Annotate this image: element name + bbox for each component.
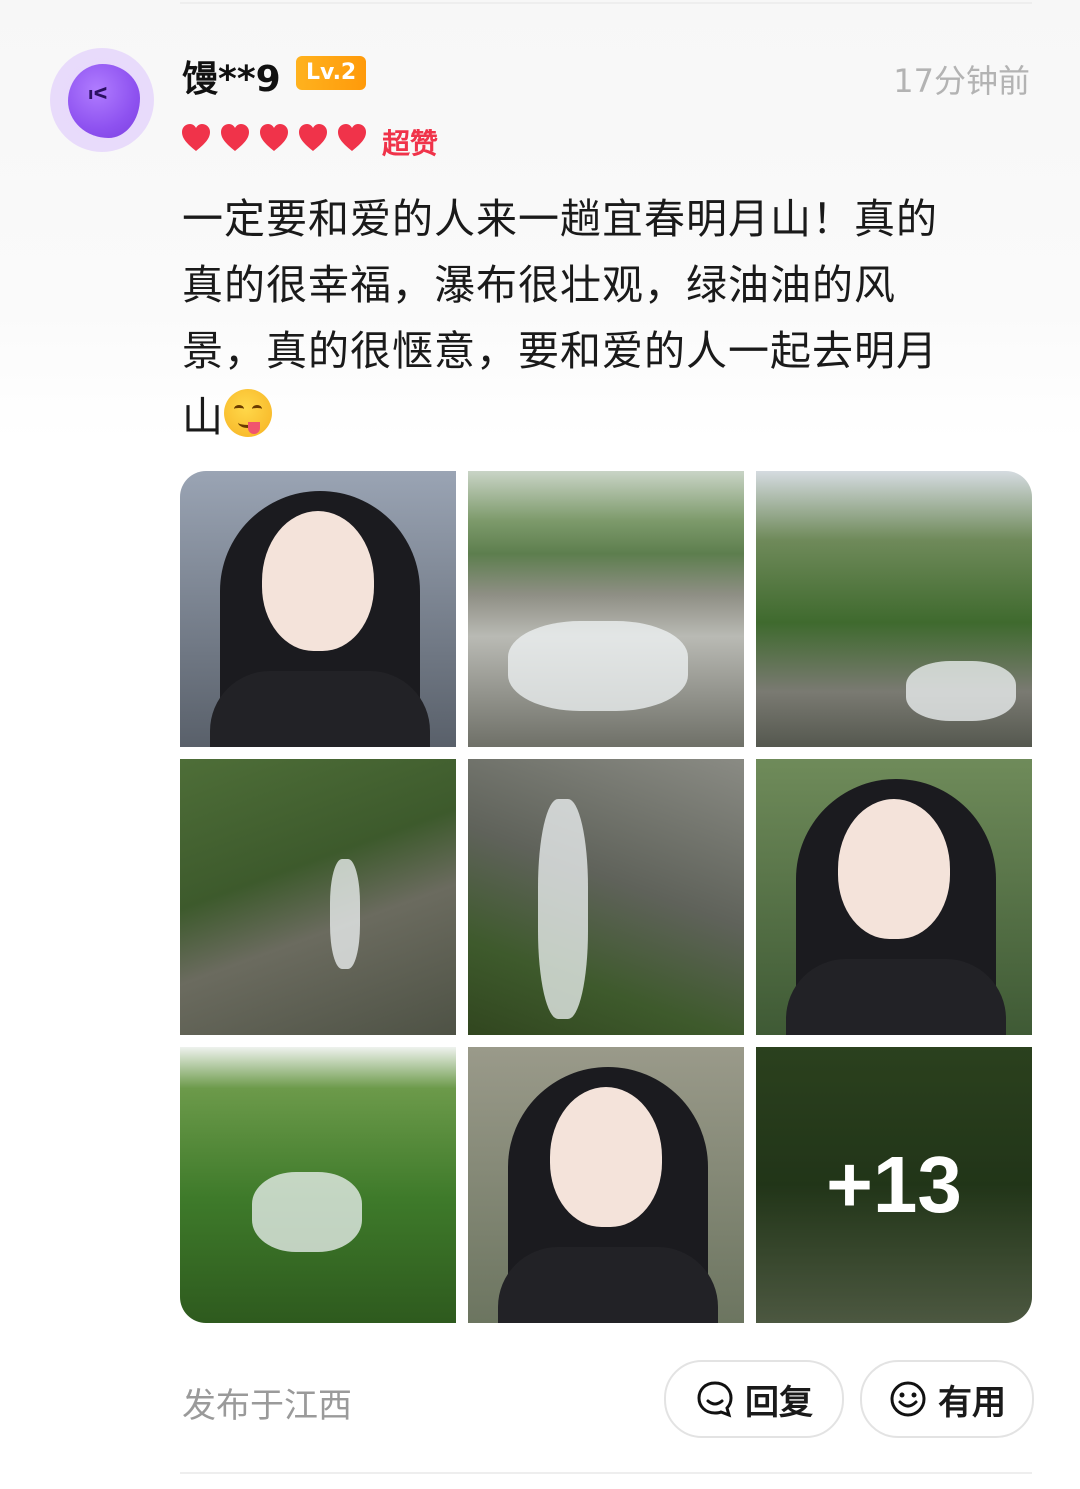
reply-button[interactable]: 回复 — [664, 1360, 844, 1438]
photo-river[interactable] — [468, 471, 744, 747]
photo-selfie[interactable] — [180, 471, 456, 747]
review-line: 山 — [182, 384, 1012, 450]
review-line-end: 山 — [182, 393, 224, 441]
review-line: 真的很幸福，瀑布很壮观，绿油油的风 — [182, 261, 896, 309]
comment-icon — [697, 1381, 733, 1418]
heart-icon — [182, 124, 210, 151]
heart-icon — [260, 124, 288, 151]
reply-label: 回复 — [745, 1382, 813, 1423]
useful-button[interactable]: 有用 — [860, 1360, 1034, 1438]
bottom-divider — [180, 1472, 1032, 1474]
useful-label: 有用 — [938, 1382, 1006, 1423]
heart-icon — [299, 124, 327, 151]
top-divider — [180, 2, 1032, 4]
photo-forest-waterfall[interactable] — [180, 1047, 456, 1323]
username[interactable]: 馒**9 — [182, 50, 281, 102]
post-time: 17分钟前 — [893, 62, 1030, 100]
more-photos-count[interactable]: +13 — [756, 1047, 1032, 1323]
heart-icon — [221, 124, 249, 151]
photo-selfie[interactable] — [468, 1047, 744, 1323]
review-text: 一定要和爱的人来一趟宜春明月山！真的 真的很幸福，瀑布很壮观，绿油油的风 景，真… — [182, 186, 1012, 450]
avatar-face: ıᐸ — [88, 84, 108, 103]
heart-icon — [338, 124, 366, 151]
yum-emoji-icon — [224, 389, 272, 437]
smile-icon — [890, 1381, 926, 1417]
photo-path[interactable] — [756, 471, 1032, 747]
photo-more[interactable]: +13 — [756, 1047, 1032, 1323]
photo-stream[interactable] — [180, 759, 456, 1035]
post-location: 发布于江西 — [182, 1386, 352, 1426]
rating-label: 超赞 — [382, 127, 439, 160]
photo-selfie[interactable] — [756, 759, 1032, 1035]
photo-waterfall[interactable] — [468, 759, 744, 1035]
review-line: 一定要和爱的人来一趟宜春明月山！真的 — [182, 195, 938, 243]
review-line: 景，真的很惬意，要和爱的人一起去明月 — [182, 327, 938, 375]
photo-gallery: +13 — [180, 471, 1032, 1323]
level-badge: Lv.2 — [296, 56, 367, 90]
rating-hearts — [180, 118, 375, 158]
avatar[interactable]: ıᐸ — [50, 48, 154, 152]
